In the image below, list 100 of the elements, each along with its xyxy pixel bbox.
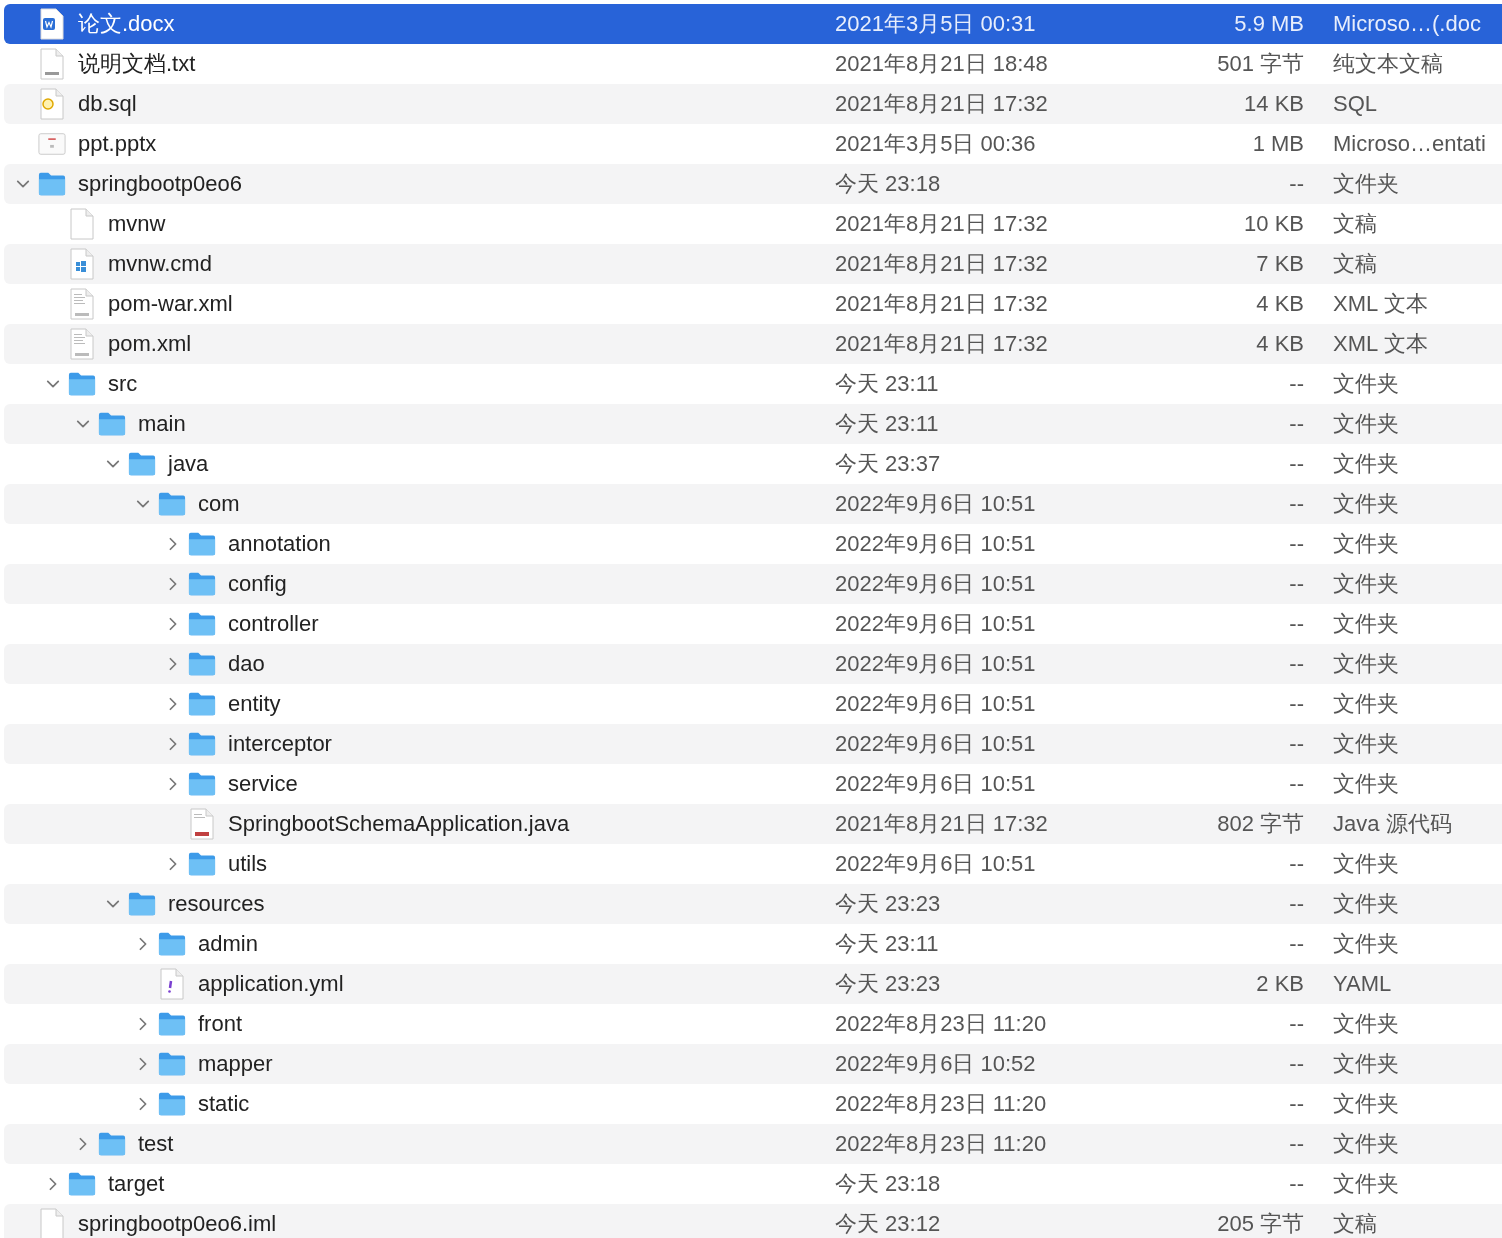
chevron-icon[interactable]: [168, 577, 178, 591]
file-size: 1 MB: [1252, 131, 1304, 156]
file-kind: 文件夹: [1333, 1171, 1399, 1196]
folder-icon: [158, 1091, 186, 1117]
file-row[interactable]: utils 2022年9月6日 10:51 -- 文件夹: [4, 844, 1502, 884]
file-row[interactable]: application.yml 今天 23:23 2 KB YAML: [4, 964, 1502, 1004]
file-row[interactable]: springbootp0eo6 今天 23:18 -- 文件夹: [4, 164, 1502, 204]
file-row[interactable]: db.sql 2021年8月21日 17:32 14 KB SQL: [4, 84, 1502, 124]
file-name: pom.xml: [108, 331, 192, 357]
file-name: ppt.pptx: [78, 131, 157, 157]
chevron-icon[interactable]: [48, 1177, 58, 1191]
file-kind: Java 源代码: [1333, 811, 1452, 836]
file-kind: 文件夹: [1333, 731, 1399, 756]
file-name: pom-war.xml: [108, 291, 233, 317]
chevron-icon[interactable]: [106, 459, 120, 469]
file-row[interactable]: target 今天 23:18 -- 文件夹: [4, 1164, 1502, 1204]
file-size: 4 KB: [1256, 331, 1304, 356]
file-row[interactable]: entity 2022年9月6日 10:51 -- 文件夹: [4, 684, 1502, 724]
file-name: test: [138, 1131, 174, 1157]
file-row[interactable]: config 2022年9月6日 10:51 -- 文件夹: [4, 564, 1502, 604]
file-row[interactable]: admin 今天 23:11 -- 文件夹: [4, 924, 1502, 964]
file-row[interactable]: annotation 2022年9月6日 10:51 -- 文件夹: [4, 524, 1502, 564]
file-size: --: [1289, 451, 1304, 476]
code-file-icon: [69, 328, 95, 360]
modified-date: 2021年8月21日 17:32: [835, 211, 1048, 236]
file-row[interactable]: springbootp0eo6.iml 今天 23:12 205 字节 文稿: [4, 1204, 1502, 1238]
chevron-icon[interactable]: [46, 379, 60, 389]
chevron-icon[interactable]: [168, 617, 178, 631]
file-row[interactable]: com 2022年9月6日 10:51 -- 文件夹: [4, 484, 1502, 524]
chevron-icon[interactable]: [168, 697, 178, 711]
file-name: mvnw: [108, 211, 166, 237]
file-row[interactable]: controller 2022年9月6日 10:51 -- 文件夹: [4, 604, 1502, 644]
file-row[interactable]: interceptor 2022年9月6日 10:51 -- 文件夹: [4, 724, 1502, 764]
file-size: 205 字节: [1217, 1211, 1304, 1236]
file-row[interactable]: 说明文档.txt 2021年8月21日 18:48 501 字节 纯文本文稿: [4, 44, 1502, 84]
file-name: springbootp0eo6.iml: [78, 1211, 277, 1237]
file-row[interactable]: ppt.pptx 2021年3月5日 00:36 1 MB Microso…entati: [4, 124, 1502, 164]
file-name: springbootp0eo6: [78, 171, 242, 197]
folder-icon: [188, 571, 216, 597]
file-row[interactable]: java 今天 23:37 -- 文件夹: [4, 444, 1502, 484]
file-size: 501 字节: [1217, 51, 1304, 76]
chevron-icon[interactable]: [138, 1097, 148, 1111]
file-size: 5.9 MB: [1234, 11, 1304, 36]
file-row[interactable]: static 2022年8月23日 11:20 -- 文件夹: [4, 1084, 1502, 1124]
file-row[interactable]: pom-war.xml 2021年8月21日 17:32 4 KB XML 文本: [4, 284, 1502, 324]
file-row[interactable]: mvnw.cmd 2021年8月21日 17:32 7 KB 文稿: [4, 244, 1502, 284]
chevron-icon[interactable]: [168, 857, 178, 871]
file-row[interactable]: resources 今天 23:23 -- 文件夹: [4, 884, 1502, 924]
file-size: --: [1289, 1171, 1304, 1196]
folder-icon: [128, 891, 156, 917]
chevron-icon[interactable]: [106, 899, 120, 909]
chevron-icon[interactable]: [168, 537, 178, 551]
file-row[interactable]: 论文.docx 2021年3月5日 00:31 5.9 MB Microso…(.doc: [4, 4, 1502, 44]
modified-date: 今天 23:37: [835, 451, 941, 476]
file-kind: 文件夹: [1333, 411, 1399, 436]
file-row[interactable]: dao 2022年9月6日 10:51 -- 文件夹: [4, 644, 1502, 684]
folder-icon: [188, 611, 216, 637]
file-size: 14 KB: [1244, 91, 1304, 116]
file-row[interactable]: pom.xml 2021年8月21日 17:32 4 KB XML 文本: [4, 324, 1502, 364]
chevron-icon[interactable]: [76, 419, 90, 429]
file-row[interactable]: main 今天 23:11 -- 文件夹: [4, 404, 1502, 444]
modified-date: 2022年9月6日 10:51: [835, 731, 1036, 756]
file-row[interactable]: src 今天 23:11 -- 文件夹: [4, 364, 1502, 404]
chevron-icon[interactable]: [168, 737, 178, 751]
file-kind: 文件夹: [1333, 531, 1399, 556]
modified-date: 2022年9月6日 10:51: [835, 571, 1036, 596]
file-kind: 文件夹: [1333, 451, 1399, 476]
modified-date: 今天 23:23: [835, 971, 941, 996]
database-file-icon: [39, 88, 65, 120]
file-row[interactable]: SpringbootSchemaApplication.java 2021年8月21日 17:32 802 字节 Java 源代码: [4, 804, 1502, 844]
folder-icon: [188, 691, 216, 717]
file-kind: 文稿: [1333, 251, 1377, 276]
chevron-icon[interactable]: [138, 937, 148, 951]
file-kind: 文稿: [1333, 211, 1377, 236]
file-name: mvnw.cmd: [108, 251, 212, 277]
file-size: --: [1289, 691, 1304, 716]
chevron-icon[interactable]: [168, 657, 178, 671]
modified-date: 今天 23:12: [835, 1211, 941, 1236]
file-row[interactable]: mvnw 2021年8月21日 17:32 10 KB 文稿: [4, 204, 1502, 244]
chevron-icon[interactable]: [78, 1137, 88, 1151]
file-kind: 文件夹: [1333, 1051, 1399, 1076]
chevron-icon[interactable]: [16, 179, 30, 189]
file-row[interactable]: mapper 2022年9月6日 10:52 -- 文件夹: [4, 1044, 1502, 1084]
file-kind: XML 文本: [1333, 291, 1428, 316]
modified-date: 2022年9月6日 10:51: [835, 491, 1036, 516]
modified-date: 2022年9月6日 10:51: [835, 851, 1036, 876]
file-size: --: [1289, 171, 1304, 196]
file-size: --: [1289, 491, 1304, 516]
file-row[interactable]: test 2022年8月23日 11:20 -- 文件夹: [4, 1124, 1502, 1164]
chevron-icon[interactable]: [138, 1057, 148, 1071]
file-name: controller: [228, 611, 319, 637]
file-kind: 文件夹: [1333, 931, 1399, 956]
chevron-icon[interactable]: [136, 499, 150, 509]
chevron-icon[interactable]: [168, 777, 178, 791]
file-row[interactable]: service 2022年9月6日 10:51 -- 文件夹: [4, 764, 1502, 804]
file-size: --: [1289, 651, 1304, 676]
modified-date: 2022年9月6日 10:51: [835, 691, 1036, 716]
file-kind: 纯文本文稿: [1333, 51, 1443, 76]
file-row[interactable]: front 2022年8月23日 11:20 -- 文件夹: [4, 1004, 1502, 1044]
chevron-icon[interactable]: [138, 1017, 148, 1031]
